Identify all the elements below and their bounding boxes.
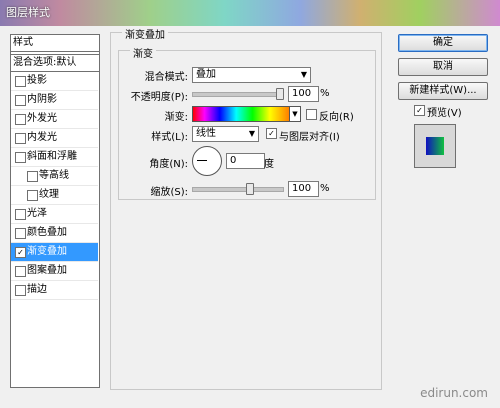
style-item-texture[interactable]: 纹理 xyxy=(11,186,98,205)
style-list: 投影 内阴影 外发光 内发光 斜面和浮雕 等高线 纹理 光泽 颜色叠加 ✓ 渐变… xyxy=(11,72,98,300)
style-item-label: 内发光 xyxy=(27,132,57,143)
subsection-title: 渐变 xyxy=(130,45,156,60)
style-item-pattern-overlay[interactable]: 图案叠加 xyxy=(11,262,98,281)
angle-input[interactable]: 0 xyxy=(226,153,265,169)
window-title: 图层样式 xyxy=(6,6,50,19)
scale-slider-track[interactable] xyxy=(192,187,284,192)
style-item-inner-glow[interactable]: 内发光 xyxy=(11,129,98,148)
style-checkbox[interactable] xyxy=(15,133,26,144)
style-checkbox[interactable] xyxy=(15,152,26,163)
style-checkbox[interactable] xyxy=(15,209,26,220)
section-title: 渐变叠加 xyxy=(122,26,168,41)
opacity-input[interactable]: 100 xyxy=(288,86,319,102)
chevron-down-icon: ▼ xyxy=(248,129,255,138)
style-label: 样式(L): xyxy=(151,132,188,143)
scale-unit: % xyxy=(320,183,330,194)
style-checkbox[interactable] xyxy=(15,285,26,296)
preview-label: 预览(V) xyxy=(427,108,462,119)
style-item-bevel-emboss[interactable]: 斜面和浮雕 xyxy=(11,148,98,167)
check-icon[interactable]: ✓ xyxy=(414,105,425,116)
style-item-label: 投影 xyxy=(27,75,47,86)
reverse-checkbox[interactable] xyxy=(306,109,317,120)
check-icon[interactable]: ✓ xyxy=(15,247,26,258)
style-item-stroke[interactable]: 描边 xyxy=(11,281,98,300)
new-style-button[interactable]: 新建样式(W)... xyxy=(398,82,488,100)
angle-unit: 度 xyxy=(264,159,274,170)
title-bar: 图层样式 xyxy=(0,0,500,26)
gradient-picker[interactable] xyxy=(192,106,290,122)
check-icon[interactable]: ✓ xyxy=(266,128,277,139)
style-checkbox[interactable] xyxy=(27,171,38,182)
style-item-label: 图案叠加 xyxy=(27,265,67,276)
style-checkbox[interactable] xyxy=(27,190,38,201)
gradient-label: 渐变: xyxy=(164,112,188,123)
style-item-label: 光泽 xyxy=(27,208,47,219)
style-item-label: 等高线 xyxy=(39,170,69,181)
cancel-button[interactable]: 取消 xyxy=(398,58,488,76)
style-item-color-overlay[interactable]: 颜色叠加 xyxy=(11,224,98,243)
scale-slider-thumb[interactable] xyxy=(246,183,254,195)
style-item-label: 斜面和浮雕 xyxy=(27,151,77,162)
style-item-label: 纹理 xyxy=(39,189,59,200)
style-item-drop-shadow[interactable]: 投影 xyxy=(11,72,98,91)
style-item-label: 内阴影 xyxy=(27,94,57,105)
angle-dial-icon[interactable] xyxy=(192,146,222,176)
gradient-style-select[interactable]: 线性 ▼ xyxy=(192,126,259,142)
opacity-slider-track[interactable] xyxy=(192,92,284,97)
scale-label: 缩放(S): xyxy=(150,187,188,198)
angle-needle xyxy=(197,160,207,161)
opacity-unit: % xyxy=(320,88,330,99)
style-checkbox[interactable] xyxy=(15,114,26,125)
align-with-layer-label: 与图层对齐(I) xyxy=(279,132,340,143)
blend-mode-select[interactable]: 叠加 ▼ xyxy=(192,67,311,83)
style-checkbox[interactable] xyxy=(15,95,26,106)
style-checkbox[interactable] xyxy=(15,266,26,277)
styles-header[interactable]: 样式 xyxy=(10,34,100,52)
blend-mode-value: 叠加 xyxy=(196,69,216,80)
chevron-down-icon[interactable]: ▼ xyxy=(289,106,301,122)
watermark: edirun.com xyxy=(420,386,488,400)
style-item-contour[interactable]: 等高线 xyxy=(11,167,98,186)
reverse-label: 反向(R) xyxy=(319,112,354,123)
style-checkbox[interactable] xyxy=(15,228,26,239)
blending-options-default[interactable]: 混合选项:默认 xyxy=(10,54,100,72)
preview-swatch xyxy=(426,137,444,155)
style-item-label: 颜色叠加 xyxy=(27,227,67,238)
style-item-label: 外发光 xyxy=(27,113,57,124)
opacity-label: 不透明度(P): xyxy=(130,92,188,103)
angle-label: 角度(N): xyxy=(149,159,188,170)
style-item-label: 渐变叠加 xyxy=(27,246,67,257)
style-item-inner-shadow[interactable]: 内阴影 xyxy=(11,91,98,110)
gradient-style-value: 线性 xyxy=(196,128,216,139)
scale-input[interactable]: 100 xyxy=(288,181,319,197)
blend-mode-label: 混合模式: xyxy=(144,72,188,83)
opacity-slider-thumb[interactable] xyxy=(276,88,284,100)
chevron-down-icon: ▼ xyxy=(300,70,307,79)
style-checkbox[interactable] xyxy=(15,76,26,87)
style-item-satin[interactable]: 光泽 xyxy=(11,205,98,224)
style-item-outer-glow[interactable]: 外发光 xyxy=(11,110,98,129)
ok-button[interactable]: 确定 xyxy=(398,34,488,52)
style-item-gradient-overlay[interactable]: ✓ 渐变叠加 xyxy=(11,243,98,262)
style-preview xyxy=(414,124,456,168)
style-item-label: 描边 xyxy=(27,284,47,295)
